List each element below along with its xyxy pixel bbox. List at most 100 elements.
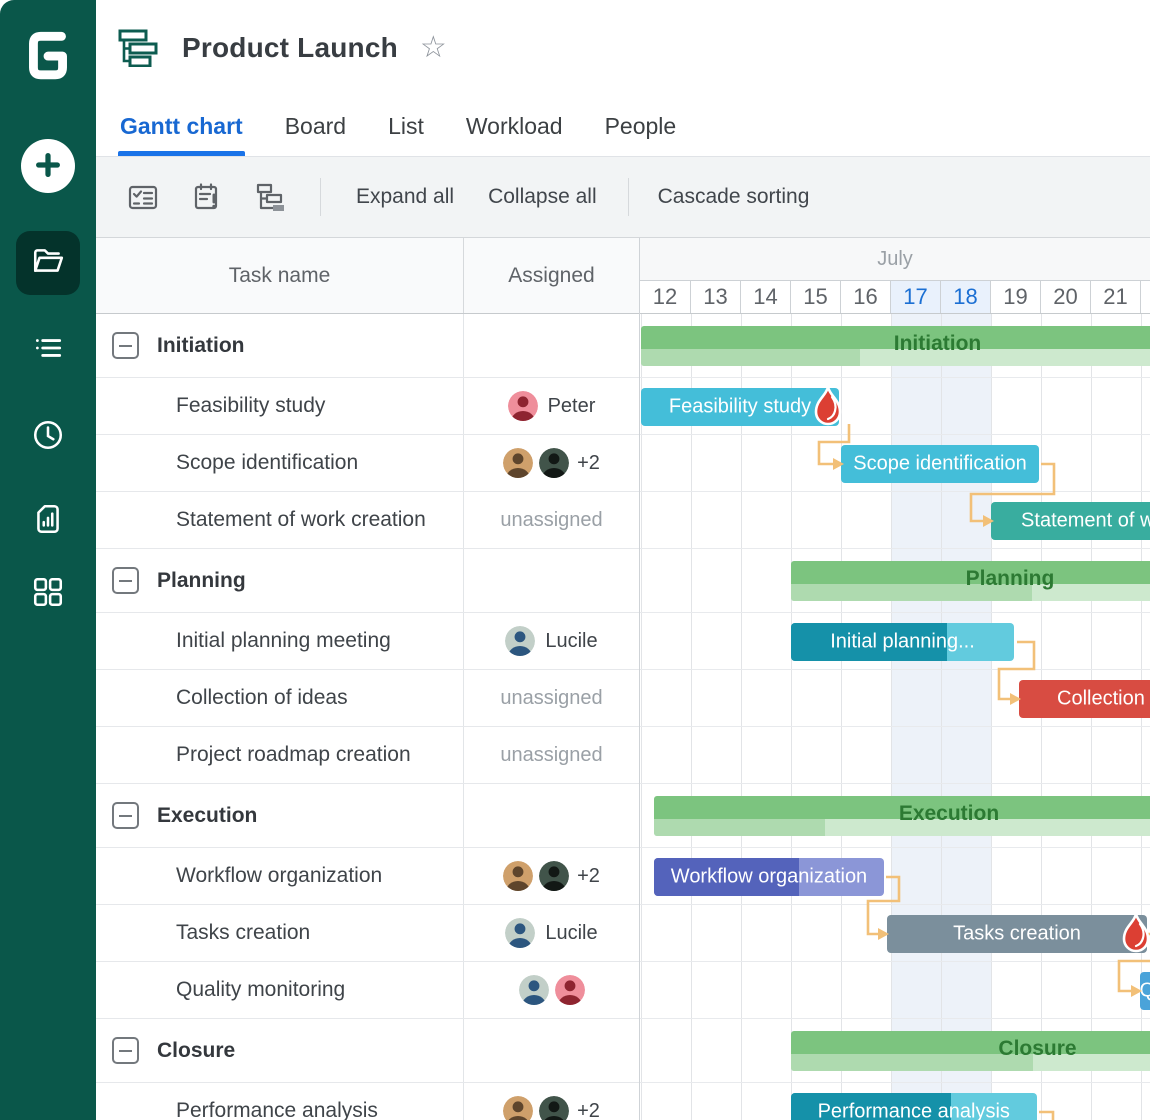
column-header-task-name[interactable]: Task name	[96, 238, 463, 313]
table-row-task: Workflow organization +2	[96, 848, 639, 905]
task-bar-workflow-organization[interactable]: Workflow organization	[654, 858, 884, 896]
task-name-cell[interactable]: Scope identification	[96, 435, 463, 491]
sidebar-item-task-list[interactable]	[16, 318, 80, 382]
collapse-toggle[interactable]	[112, 1037, 139, 1064]
task-bar-tasks-creation[interactable]: Tasks creation	[887, 915, 1147, 953]
task-name-label: Scope identification	[176, 451, 358, 475]
task-name-label: Statement of work creation	[176, 508, 426, 532]
sidebar-item-apps[interactable]	[16, 562, 80, 626]
avatar-lucile	[505, 918, 535, 948]
toolbar-divider	[320, 178, 321, 216]
task-name-cell[interactable]: Planning	[96, 549, 463, 612]
assigned-cell[interactable]: Lucile	[463, 613, 639, 669]
task-name-cell[interactable]: Project roadmap creation	[96, 727, 463, 783]
group-bar-execution[interactable]: Execution	[654, 796, 1150, 836]
task-structure-icon[interactable]	[254, 180, 288, 214]
avatar-dark	[539, 448, 569, 478]
tab-people[interactable]: People	[605, 96, 677, 156]
grid-hline	[640, 783, 1150, 784]
tab-gantt-chart[interactable]: Gantt chart	[120, 96, 243, 156]
expand-all-button[interactable]: Expand all	[339, 179, 471, 215]
task-name-label: Quality monitoring	[176, 978, 345, 1002]
day-header-20: 20	[1040, 281, 1090, 313]
bar-label: Feasibility study	[641, 396, 839, 419]
task-bar-collection-of-ideas[interactable]: Collection of ideas	[1019, 680, 1150, 718]
assigned-cell[interactable]: Lucile	[463, 905, 639, 961]
avatar-dark	[539, 861, 569, 891]
task-name-cell[interactable]: Initial planning meeting	[96, 613, 463, 669]
sidebar	[0, 0, 96, 1120]
task-name-cell[interactable]: Tasks creation	[96, 905, 463, 961]
avatar-dark	[539, 1096, 569, 1120]
page-title[interactable]: Product Launch	[182, 32, 398, 64]
assigned-cell[interactable]: +2	[463, 435, 639, 491]
table-row-group: Planning	[96, 549, 639, 613]
tab-board[interactable]: Board	[285, 96, 346, 156]
month-header: July	[640, 238, 1150, 281]
day-header-15: 15	[790, 281, 840, 313]
tab-workload[interactable]: Workload	[466, 96, 563, 156]
star-outline-icon[interactable]: ☆	[420, 33, 447, 63]
assigned-cell[interactable]	[463, 1019, 639, 1082]
task-name-label: Performance analysis	[176, 1099, 378, 1120]
tab-list[interactable]: List	[388, 96, 424, 156]
deadline-alert-icon[interactable]	[190, 180, 224, 214]
sidebar-item-history[interactable]	[16, 405, 80, 469]
avatar-sunglasses	[503, 861, 533, 891]
assigned-cell[interactable]: +2	[463, 848, 639, 904]
task-name-cell[interactable]: Statement of work creation	[96, 492, 463, 548]
table-row-task: Tasks creationLucile	[96, 905, 639, 962]
day-header-18: 18	[940, 281, 990, 313]
add-button[interactable]	[21, 139, 75, 193]
task-name-label: Collection of ideas	[176, 686, 348, 710]
assigned-cell[interactable]: unassigned	[463, 492, 639, 548]
deadline-flame-icon	[811, 385, 845, 432]
assigned-cell[interactable]: unassigned	[463, 727, 639, 783]
task-name-cell[interactable]: Collection of ideas	[96, 670, 463, 726]
bar-label: Closure	[791, 1037, 1150, 1061]
assigned-cell[interactable]	[463, 962, 639, 1018]
avatar-peter	[508, 391, 538, 421]
task-checklist-icon[interactable]	[126, 180, 160, 214]
task-name-label: Initial planning meeting	[176, 629, 391, 653]
task-name-cell[interactable]: Quality monitoring	[96, 962, 463, 1018]
assigned-cell[interactable]	[463, 784, 639, 847]
collapse-toggle[interactable]	[112, 332, 139, 359]
task-name-cell[interactable]: Initiation	[96, 314, 463, 377]
task-bar-scope-identification[interactable]: Scope identification	[841, 445, 1039, 483]
assigned-cell[interactable]: +2	[463, 1083, 639, 1120]
avatar-lucile	[505, 626, 535, 656]
task-name-cell[interactable]: Performance analysis	[96, 1083, 463, 1120]
sidebar-item-projects[interactable]	[16, 231, 80, 295]
assigned-cell[interactable]: unassigned	[463, 670, 639, 726]
group-bar-closure[interactable]: Closure	[791, 1031, 1150, 1071]
group-bar-initiation[interactable]: Initiation	[641, 326, 1150, 366]
task-name-cell[interactable]: Workflow organization	[96, 848, 463, 904]
unassigned-label: unassigned	[500, 687, 602, 710]
grid-hline	[640, 669, 1150, 670]
gantt-grid: Task name Assigned InitiationFeasibility…	[96, 237, 1150, 1120]
task-bar-statement-of-work-creation[interactable]: Statement of work creation	[991, 502, 1150, 540]
main-area: Product Launch ☆ Gantt chart Board List Wor…	[96, 0, 1150, 1120]
task-name-cell[interactable]: Execution	[96, 784, 463, 847]
collapse-toggle[interactable]	[112, 567, 139, 594]
table-header: Task name Assigned	[96, 238, 639, 314]
report-document-icon	[31, 502, 65, 541]
more-assignees-count: +2	[577, 865, 600, 888]
collapse-toggle[interactable]	[112, 802, 139, 829]
task-bar-feasibility-study[interactable]: Feasibility study	[641, 388, 839, 426]
column-header-assigned[interactable]: Assigned	[463, 238, 639, 313]
task-bar-quality-monitoring[interactable]: Quality monitoring	[1140, 972, 1150, 1010]
assigned-cell[interactable]	[463, 314, 639, 377]
task-name-cell[interactable]: Feasibility study	[96, 378, 463, 434]
app-logo-g[interactable]	[22, 22, 74, 86]
task-name-cell[interactable]: Closure	[96, 1019, 463, 1082]
assigned-cell[interactable]: Peter	[463, 378, 639, 434]
sidebar-item-reports[interactable]	[16, 489, 80, 553]
task-bar-initial-planning[interactable]: Initial planning...	[791, 623, 1014, 661]
cascade-sorting-button[interactable]: Cascade sorting	[641, 179, 827, 215]
assigned-cell[interactable]	[463, 549, 639, 612]
group-bar-planning[interactable]: Planning	[791, 561, 1150, 601]
collapse-all-button[interactable]: Collapse all	[471, 179, 614, 215]
task-bar-performance-analysis[interactable]: Performance analysis	[791, 1093, 1037, 1120]
